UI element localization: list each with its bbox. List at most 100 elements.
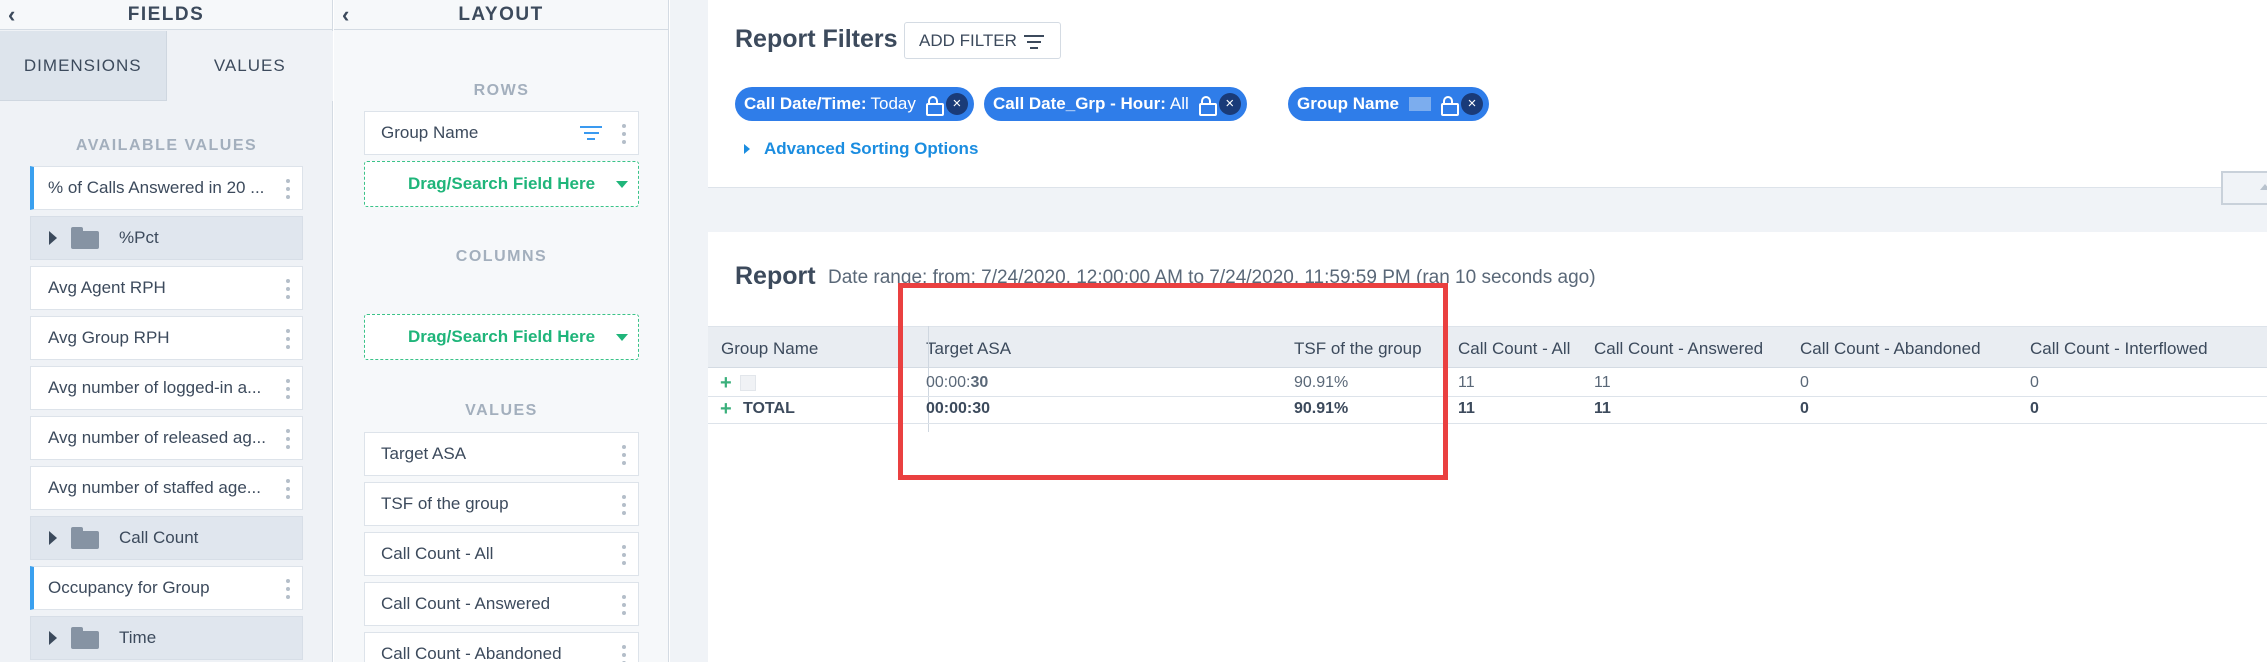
value-item[interactable]: Occupancy for Group: [30, 566, 303, 610]
value-item-label: Avg number of logged-in a...: [48, 378, 262, 397]
available-values-label: AVAILABLE VALUES: [75, 137, 258, 154]
tab-values[interactable]: VALUES: [166, 31, 333, 101]
count-answered-cell: 11: [1594, 374, 1611, 391]
caret-right-icon[interactable]: [49, 531, 57, 545]
rows-item-label: Group Name: [381, 123, 479, 142]
lock-icon[interactable]: [1441, 96, 1460, 116]
lock-icon[interactable]: [1198, 96, 1217, 116]
drag-handle-icon[interactable]: [622, 595, 626, 615]
value-item[interactable]: Avg Agent RPH: [30, 266, 303, 310]
caret-right-icon: [744, 144, 750, 154]
folder-item-label: %Pct: [119, 228, 159, 247]
collapse-left-icon[interactable]: ‹: [8, 2, 17, 28]
expand-total-icon[interactable]: +: [720, 399, 732, 419]
value-item-label: Avg Group RPH: [48, 328, 170, 347]
values-item[interactable]: Call Count - Abandoned: [364, 632, 639, 662]
drag-handle-icon[interactable]: [622, 545, 626, 565]
remove-chip-icon[interactable]: ×: [1218, 93, 1241, 115]
values-item[interactable]: Call Count - All: [364, 532, 639, 576]
dropzone-label: Drag/Search Field Here: [407, 174, 596, 193]
drag-handle-icon[interactable]: [622, 495, 626, 515]
drag-handle-icon[interactable]: [622, 645, 626, 662]
value-item-label: Occupancy for Group: [48, 578, 210, 597]
value-item[interactable]: Avg number of logged-in a...: [30, 366, 303, 410]
col-count-all[interactable]: Call Count - All: [1458, 339, 1570, 359]
folder-item[interactable]: Time: [30, 616, 303, 660]
collapse-filters-handle[interactable]: [2221, 171, 2267, 205]
chip-value: All: [1169, 94, 1189, 113]
dropzone-label: Drag/Search Field Here: [407, 327, 596, 346]
value-item-label: % of Calls Answered in 20 ...: [48, 178, 265, 197]
folder-icon: [71, 227, 99, 249]
value-item[interactable]: % of Calls Answered in 20 ...: [30, 166, 303, 210]
collapse-left-icon[interactable]: ‹: [342, 2, 351, 28]
remove-chip-icon[interactable]: ×: [945, 93, 968, 115]
layout-header: ‹ LAYOUT: [334, 0, 668, 30]
tab-dimensions[interactable]: DIMENSIONS: [0, 31, 167, 101]
rows-item-group-name[interactable]: Group Name: [364, 111, 639, 155]
fields-tabs: DIMENSIONS VALUES: [0, 31, 333, 101]
drag-handle-icon[interactable]: [286, 329, 290, 349]
values-item[interactable]: Call Count - Answered: [364, 582, 639, 626]
filter-chip-hour[interactable]: Call Date_Grp - Hour: All ×: [984, 87, 1247, 121]
fields-panel: ‹ FIELDS DIMENSIONS VALUES AVAILABLE VAL…: [0, 0, 333, 662]
layout-panel: ‹ LAYOUT ROWS Group Name Drag/Search Fie…: [334, 0, 669, 662]
chevron-down-icon[interactable]: [616, 181, 628, 188]
folder-item[interactable]: Call Count: [30, 516, 303, 560]
fields-title: FIELDS: [127, 3, 205, 25]
report-filters-title: Report Filters: [735, 25, 898, 53]
advanced-sorting-link[interactable]: Advanced Sorting Options: [744, 139, 978, 159]
total-count-all: 11: [1458, 400, 1475, 417]
values-item[interactable]: TSF of the group: [364, 482, 639, 526]
group-name-cell: [740, 375, 756, 391]
caret-right-icon[interactable]: [49, 231, 57, 245]
total-count-answered: 11: [1594, 400, 1611, 417]
col-count-abandoned[interactable]: Call Count - Abandoned: [1800, 339, 1981, 359]
drag-handle-icon[interactable]: [286, 179, 290, 199]
add-filter-label: ADD FILTER: [919, 30, 1017, 50]
drag-handle-icon[interactable]: [286, 479, 290, 499]
chevron-down-icon[interactable]: [616, 334, 628, 341]
filter-icon: [1024, 35, 1044, 53]
col-count-interflowed[interactable]: Call Count - Interflowed: [2030, 339, 2208, 359]
filter-icon[interactable]: [580, 126, 602, 142]
columns-dropzone[interactable]: Drag/Search Field Here: [364, 314, 639, 360]
filter-chip-group-name[interactable]: Group Name ×: [1288, 87, 1490, 121]
folder-icon: [71, 627, 99, 649]
drag-handle-icon[interactable]: [286, 429, 290, 449]
value-item-label: Avg number of released ag...: [48, 428, 266, 447]
value-item[interactable]: Avg number of staffed age...: [30, 466, 303, 510]
advanced-sorting-label: Advanced Sorting Options: [764, 139, 979, 158]
remove-chip-icon[interactable]: ×: [1461, 93, 1484, 115]
value-item-label: Avg number of staffed age...: [48, 478, 261, 497]
value-item[interactable]: Avg Group RPH: [30, 316, 303, 360]
fields-header: ‹ FIELDS: [0, 0, 332, 30]
rows-label: ROWS: [473, 82, 530, 99]
drag-handle-icon[interactable]: [622, 445, 626, 465]
rows-dropzone[interactable]: Drag/Search Field Here: [364, 161, 639, 207]
drag-handle-icon[interactable]: [622, 124, 626, 144]
filter-chip-call-date[interactable]: Call Date/Time: Today ×: [735, 87, 974, 121]
folder-item-label: Call Count: [119, 528, 199, 547]
count-all-cell: 11: [1458, 374, 1475, 391]
add-filter-button[interactable]: ADD FILTER: [904, 22, 1061, 59]
chip-name: Group Name: [1297, 94, 1400, 113]
drag-handle-icon[interactable]: [286, 379, 290, 399]
expand-row-icon[interactable]: +: [720, 373, 732, 393]
value-item[interactable]: Avg number of released ag...: [30, 416, 303, 460]
caret-right-icon[interactable]: [49, 631, 57, 645]
folder-item[interactable]: %Pct: [30, 216, 303, 260]
col-count-answered[interactable]: Call Count - Answered: [1594, 339, 1763, 359]
lock-icon[interactable]: [925, 96, 944, 116]
drag-handle-icon[interactable]: [286, 279, 290, 299]
columns-label: COLUMNS: [455, 248, 548, 265]
drag-handle-icon[interactable]: [286, 579, 290, 599]
report-filters-card: Report Filters ADD FILTER Call Date/Time…: [708, 0, 2267, 188]
chip-value: Today: [870, 94, 916, 113]
values-item[interactable]: Target ASA: [364, 432, 639, 476]
values-label: VALUES: [465, 402, 538, 419]
col-group-name[interactable]: Group Name: [721, 339, 818, 359]
chip-name: Call Date_Grp - Hour:: [993, 94, 1166, 113]
highlight-annotation: [898, 283, 1448, 480]
folder-item-label: Time: [119, 628, 157, 647]
